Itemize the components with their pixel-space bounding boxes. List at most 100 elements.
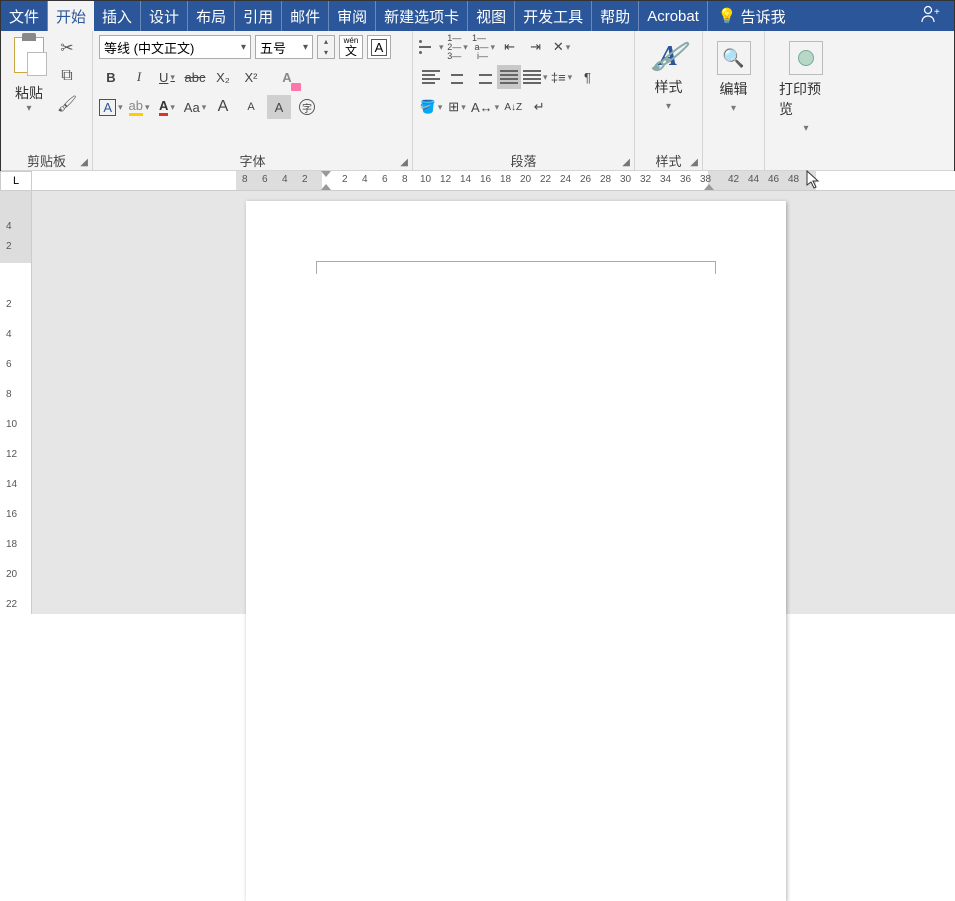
tab-references[interactable]: 引用 xyxy=(235,1,282,31)
tab-review[interactable]: 审阅 xyxy=(329,1,376,31)
bullets-button[interactable] xyxy=(419,35,444,59)
ruler-tick: 2 xyxy=(302,174,308,185)
align-distributed-button[interactable] xyxy=(523,65,548,89)
change-case-button[interactable]: Aa xyxy=(183,95,207,119)
ruler-tick: 4 xyxy=(6,221,12,232)
ruler-tick: 28 xyxy=(600,174,611,185)
underline-button[interactable]: U xyxy=(155,65,179,89)
bold-button[interactable]: B xyxy=(99,65,123,89)
ruler-tick: 20 xyxy=(6,569,17,580)
horizontal-ruler[interactable]: 8 6 4 2 2 4 6 8 10 12 14 16 18 20 22 24 … xyxy=(32,171,955,191)
tab-developer[interactable]: 开发工具 xyxy=(515,1,592,31)
editing-label: 编辑 xyxy=(720,79,748,99)
tab-design[interactable]: 设计 xyxy=(141,1,188,31)
ruler-corner[interactable]: L xyxy=(0,171,32,191)
ruler-tick: 8 xyxy=(402,174,408,185)
first-line-indent-marker[interactable] xyxy=(321,171,331,177)
tab-file[interactable]: 文件 xyxy=(1,1,48,31)
italic-button[interactable]: I xyxy=(127,65,151,89)
clipboard-launcher[interactable]: ◢ xyxy=(80,157,88,168)
sort-button[interactable]: A↓Z xyxy=(501,95,525,119)
decrease-indent-button[interactable]: ⇤ xyxy=(498,35,522,59)
ruler-tick: 4 xyxy=(6,329,12,340)
ruler-tick: 44 xyxy=(748,174,759,185)
multilevel-button[interactable]: 1— a— i— xyxy=(472,35,496,59)
align-left-button[interactable] xyxy=(419,65,443,89)
tab-view[interactable]: 视图 xyxy=(468,1,515,31)
vertical-ruler[interactable]: 4 2 2 4 6 8 10 12 14 16 18 20 22 xyxy=(0,191,32,614)
copy-icon[interactable]: ⧉ xyxy=(57,67,77,85)
ribbon-tabs: 文件 开始 插入 设计 布局 引用 邮件 审阅 新建选项卡 视图 开发工具 帮助… xyxy=(1,1,954,31)
editing-button[interactable]: 🔍 编辑 xyxy=(707,35,761,120)
font-color-button[interactable]: A xyxy=(155,95,179,119)
tab-mailings[interactable]: 邮件 xyxy=(282,1,329,31)
font-size-value: 五号 xyxy=(260,38,286,57)
cut-icon[interactable]: ✂ xyxy=(57,39,77,57)
document-page[interactable] xyxy=(246,201,786,901)
paste-button[interactable]: 粘贴 ▾ xyxy=(5,35,53,114)
document-area: L 8 6 4 2 2 4 6 8 10 12 14 16 18 20 22 2… xyxy=(0,171,955,614)
ruler-tick: 24 xyxy=(560,174,571,185)
group-editing: 🔍 编辑 xyxy=(703,31,765,170)
ruler-tick: 38 xyxy=(700,174,711,185)
clear-format-button[interactable]: A xyxy=(275,65,299,89)
clipboard-icon xyxy=(14,37,44,73)
tab-acrobat[interactable]: Acrobat xyxy=(639,1,708,31)
enclose-char-button[interactable]: 字 xyxy=(295,95,319,119)
ruler-tick: 42 xyxy=(728,174,739,185)
text-direction-button[interactable]: A↔ xyxy=(471,95,499,119)
ruler-tick: 2 xyxy=(6,241,12,252)
tab-help[interactable]: 帮助 xyxy=(592,1,639,31)
subscript-button[interactable]: X₂ xyxy=(211,65,235,89)
tab-home[interactable]: 开始 xyxy=(48,1,94,31)
ruler-tick: 20 xyxy=(520,174,531,185)
ruler-tick: 32 xyxy=(640,174,651,185)
tab-insert[interactable]: 插入 xyxy=(94,1,141,31)
ruler-tick: 2 xyxy=(342,174,348,185)
line-spacing-button[interactable]: ‡≡ xyxy=(550,65,574,89)
ruler-tick: 16 xyxy=(6,509,17,520)
format-painter-icon[interactable]: 🖌 xyxy=(57,95,77,113)
reveal-formatting-button[interactable]: ↵ xyxy=(527,95,551,119)
tab-layout[interactable]: 布局 xyxy=(188,1,235,31)
group-clipboard-label: 剪贴板 xyxy=(27,151,66,170)
tell-me[interactable]: 💡 告诉我 xyxy=(708,6,796,27)
highlight-button[interactable]: ab xyxy=(127,95,151,119)
strike-button[interactable]: abc xyxy=(183,65,207,89)
shading-button[interactable]: 🪣 xyxy=(419,95,443,119)
font-size-stepper[interactable]: ▴▾ xyxy=(317,35,335,59)
grow-font-button[interactable]: A xyxy=(211,95,235,119)
ruler-tick: 30 xyxy=(620,174,631,185)
superscript-button[interactable]: X² xyxy=(239,65,263,89)
increase-indent-button[interactable]: ⇥ xyxy=(524,35,548,59)
paragraph-launcher[interactable]: ◢ xyxy=(622,157,630,168)
circle-icon xyxy=(789,41,823,75)
font-size-combo[interactable]: 五号▾ xyxy=(255,35,313,59)
styles-button[interactable]: A🖌 样式 xyxy=(645,35,693,118)
align-right-button[interactable] xyxy=(471,65,495,89)
numbering-button[interactable]: 1—2—3— xyxy=(446,35,470,59)
header-margin-line xyxy=(316,261,716,273)
ruler-tick: 8 xyxy=(6,389,12,400)
phonetic-guide-button[interactable]: wén 文 xyxy=(339,35,363,59)
char-shading-button[interactable]: A xyxy=(267,95,291,119)
borders-button[interactable]: ⊞ xyxy=(445,95,469,119)
char-border-button[interactable]: A xyxy=(367,35,391,59)
tab-newtab[interactable]: 新建选项卡 xyxy=(376,1,468,31)
ruler-tick: 34 xyxy=(660,174,671,185)
styles-launcher[interactable]: ◢ xyxy=(690,157,698,168)
align-center-button[interactable] xyxy=(445,65,469,89)
tell-me-label: 告诉我 xyxy=(741,6,786,27)
user-icon[interactable]: + xyxy=(906,4,954,29)
print-preview-button[interactable]: 打印预览 xyxy=(769,35,843,140)
text-effects-button[interactable]: A xyxy=(99,95,123,119)
ruler-tick: 48 xyxy=(788,174,799,185)
asian-layout-button[interactable]: ✕ xyxy=(550,35,574,59)
shrink-font-button[interactable]: A xyxy=(239,95,263,119)
align-justify-button[interactable] xyxy=(497,65,521,89)
search-icon: 🔍 xyxy=(717,41,751,75)
hanging-indent-marker[interactable] xyxy=(321,184,331,190)
font-name-combo[interactable]: 等线 (中文正文)▾ xyxy=(99,35,251,59)
show-marks-button[interactable]: ¶ xyxy=(576,65,600,89)
font-launcher[interactable]: ◢ xyxy=(400,157,408,168)
